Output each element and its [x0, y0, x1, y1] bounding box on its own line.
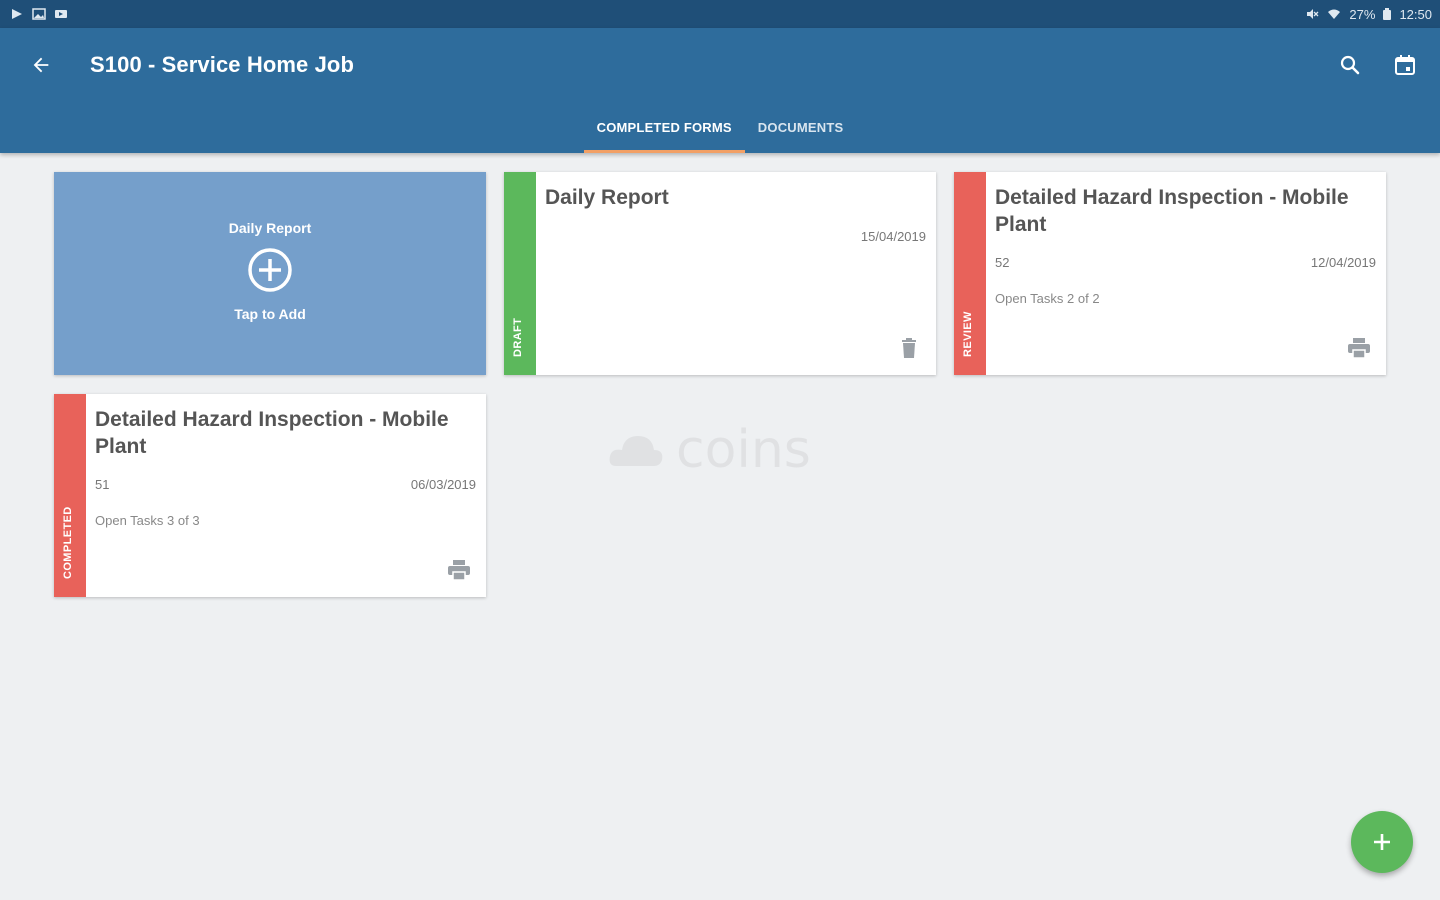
status-label: REVIEW	[962, 311, 974, 357]
media-icon	[54, 8, 68, 20]
status-strip: DRAFT	[504, 172, 536, 375]
add-daily-report-card[interactable]: Daily Report Tap to Add	[54, 172, 486, 375]
printer-icon	[1348, 338, 1370, 358]
calendar-button[interactable]	[1390, 50, 1420, 80]
battery-text: 27%	[1349, 6, 1376, 22]
delete-button[interactable]	[898, 337, 920, 359]
tab-bar: COMPLETED FORMS DOCUMENTS	[0, 112, 1440, 153]
back-button[interactable]	[26, 50, 56, 80]
card-open-tasks: Open Tasks 2 of 2	[995, 291, 1100, 306]
app-bar: S100 - Service Home Job COMPLETED FORMS …	[0, 28, 1440, 153]
printer-icon	[448, 560, 470, 580]
page-title: S100 - Service Home Job	[90, 52, 354, 77]
add-card-title: Daily Report	[228, 220, 312, 236]
plus-icon	[1374, 834, 1390, 850]
card-number: 51	[95, 477, 110, 492]
arrow-left-icon	[33, 57, 49, 73]
play-store-icon	[10, 8, 24, 20]
card-title: Detailed Hazard Inspection - Mobile Plan…	[95, 408, 449, 458]
status-strip: COMPLETED	[54, 394, 86, 597]
tab-documents[interactable]: DOCUMENTS	[745, 112, 857, 153]
card-date: 15/04/2019	[860, 229, 926, 244]
add-card-subtitle: Tap to Add	[234, 306, 306, 322]
status-right: 27% 12:50	[1305, 7, 1432, 22]
form-card[interactable]: COMPLETED Detailed Hazard Inspection - M…	[54, 394, 486, 597]
plus-circle-icon	[248, 248, 292, 292]
coins-watermark: coins	[608, 420, 811, 480]
status-left	[10, 8, 68, 20]
card-number: 52	[995, 255, 1010, 270]
card-title: Daily Report	[545, 186, 669, 209]
calendar-icon	[1395, 55, 1415, 75]
wifi-icon	[1327, 8, 1341, 20]
card-date: 06/03/2019	[410, 477, 476, 492]
tab-completed-forms[interactable]: COMPLETED FORMS	[583, 112, 745, 153]
card-open-tasks: Open Tasks 3 of 3	[95, 513, 200, 528]
status-strip: REVIEW	[954, 172, 986, 375]
card-title: Detailed Hazard Inspection - Mobile Plan…	[995, 186, 1349, 236]
cloud-logo-icon	[609, 436, 663, 466]
status-time: 12:50	[1399, 6, 1432, 22]
form-card[interactable]: REVIEW Detailed Hazard Inspection - Mobi…	[954, 172, 1386, 375]
search-icon	[1340, 55, 1360, 75]
form-card[interactable]: DRAFT Daily Report 15/04/2019	[504, 172, 936, 375]
image-icon	[32, 8, 46, 20]
status-label: DRAFT	[512, 317, 524, 357]
mute-icon	[1305, 8, 1319, 20]
search-button[interactable]	[1335, 50, 1365, 80]
status-label: COMPLETED	[62, 506, 74, 579]
battery-icon	[1383, 8, 1392, 20]
trash-icon	[902, 338, 916, 358]
card-date: 12/04/2019	[1310, 255, 1376, 270]
add-form-fab[interactable]	[1351, 811, 1413, 873]
status-bar: 27% 12:50	[0, 0, 1440, 28]
watermark-text: coins	[676, 420, 811, 480]
print-button[interactable]	[1348, 337, 1370, 359]
print-button[interactable]	[448, 559, 470, 581]
